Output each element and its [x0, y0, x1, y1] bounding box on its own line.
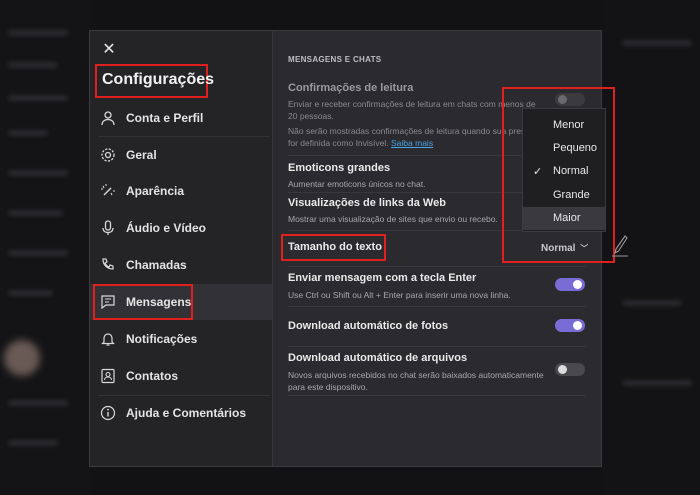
- sidebar-item-contatos[interactable]: Contatos: [90, 358, 272, 394]
- sidebar-item-ajuda-e-comentarios[interactable]: Ajuda e Comentários: [90, 395, 272, 431]
- auto-files-toggle[interactable]: [555, 363, 585, 376]
- sidebar-item-label: Chamadas: [126, 258, 187, 272]
- avatar: [4, 340, 40, 376]
- gear-icon: [98, 145, 118, 165]
- auto-photos-toggle[interactable]: [555, 319, 585, 332]
- close-icon[interactable]: ✕: [100, 41, 118, 59]
- dropdown-option-pequeno[interactable]: Pequeno: [523, 136, 605, 159]
- dropdown-option-normal[interactable]: ✓ Normal: [523, 160, 605, 183]
- dropdown-option-grande[interactable]: Grande: [523, 183, 605, 206]
- sidebar-item-conta-e-perfil[interactable]: Conta e Perfil: [90, 100, 272, 136]
- sidebar-item-label: Conta e Perfil: [126, 111, 204, 125]
- auto-files-desc: Novos arquivos recebidos no chat serão b…: [288, 370, 544, 392]
- pencil-icon: [612, 235, 628, 257]
- sidebar-item-chamadas[interactable]: Chamadas: [90, 247, 272, 283]
- sidebar-item-label: Aparência: [126, 184, 185, 198]
- auto-photos-title: Download automático de fotos: [288, 320, 449, 332]
- option-label: Maior: [553, 212, 581, 225]
- settings-sidebar: ✕ Configurações Conta e Perfil Geral Apa…: [90, 31, 273, 466]
- auto-files-title: Download automático de arquivos: [288, 352, 468, 364]
- sidebar-item-label: Notificações: [126, 332, 198, 346]
- phone-icon: [98, 255, 118, 275]
- mensagens-highlight: [93, 284, 193, 320]
- read-receipts-title: Confirmações de leitura: [288, 82, 414, 94]
- page-title: Configurações: [102, 71, 215, 88]
- sidebar-item-label: Ajuda e Comentários: [126, 406, 247, 420]
- info-icon: [98, 403, 118, 423]
- option-label: Pequeno: [553, 142, 598, 155]
- microphone-icon: [98, 218, 118, 238]
- bell-icon: [98, 329, 118, 349]
- option-label: Normal: [553, 165, 589, 178]
- dropdown-option-menor[interactable]: Menor: [523, 113, 605, 136]
- option-label: Grande: [553, 188, 590, 201]
- link-preview-title: Visualizações de links da Web: [288, 197, 446, 209]
- enter-send-desc: Use Ctrl ou Shift ou Alt + Enter para in…: [288, 290, 511, 300]
- background-chat-list: [0, 0, 90, 495]
- title-highlight: Configurações: [95, 64, 214, 98]
- sidebar-item-label: Geral: [126, 148, 157, 162]
- sidebar-item-geral[interactable]: Geral: [90, 137, 272, 173]
- contacts-icon: [98, 366, 118, 386]
- enter-send-toggle[interactable]: [555, 278, 585, 291]
- sidebar-item-notificacoes[interactable]: Notificações: [90, 321, 272, 357]
- text-size-dropdown: Menor Pequeno ✓ Normal Grande Maior: [522, 108, 606, 232]
- section-heading: MENSAGENS E CHATS: [288, 55, 382, 64]
- text-size-title: Tamanho do texto: [288, 241, 382, 253]
- dropdown-option-maior[interactable]: Maior: [523, 206, 605, 230]
- learn-more-link[interactable]: Saiba mais: [391, 138, 433, 148]
- sidebar-item-label: Áudio e Vídeo: [126, 221, 207, 235]
- sidebar-item-aparencia[interactable]: Aparência: [90, 173, 272, 209]
- checkmark-icon: ✓: [533, 165, 543, 178]
- person-icon: [98, 108, 118, 128]
- magic-wand-icon: [98, 181, 118, 201]
- sidebar-item-audio-e-video[interactable]: Áudio e Vídeo: [90, 210, 272, 246]
- emoticons-title: Emoticons grandes: [288, 162, 391, 174]
- enter-send-title: Enviar mensagem com a tecla Enter: [288, 272, 477, 284]
- sidebar-item-label: Contatos: [126, 369, 178, 383]
- option-label: Menor: [553, 118, 585, 131]
